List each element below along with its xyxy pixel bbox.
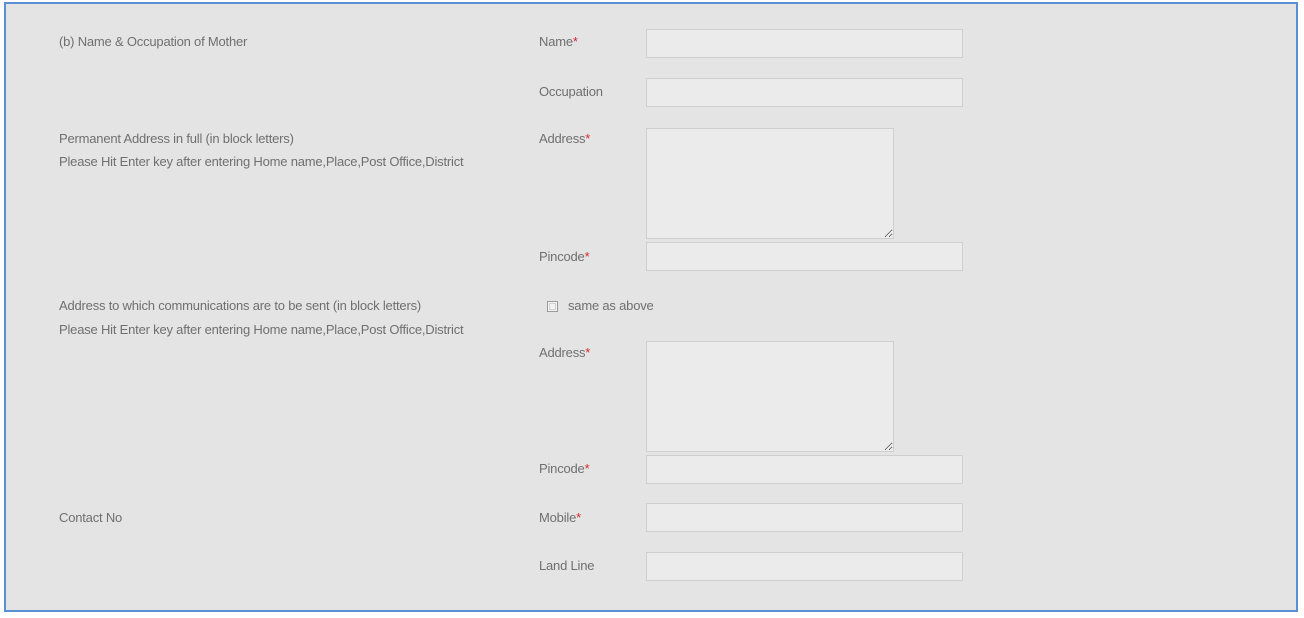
mother-section-label: (b) Name & Occupation of Mother: [59, 34, 248, 49]
communication-address-section-label: Address to which communications are to b…: [59, 298, 422, 313]
mobile-input[interactable]: [646, 503, 963, 532]
mother-occupation-input[interactable]: [646, 78, 963, 107]
checkbox-inner: [549, 303, 556, 310]
communication-pincode-label: Pincode*: [539, 461, 590, 476]
permanent-address-textarea[interactable]: [646, 128, 894, 239]
required-marker: *: [576, 510, 581, 525]
same-as-above-label[interactable]: same as above: [568, 298, 654, 314]
permanent-address-section-label: Permanent Address in full (in block lett…: [59, 131, 294, 146]
required-marker: *: [584, 249, 590, 264]
mother-name-label: Name*: [539, 34, 578, 49]
communication-address-label: Address*: [539, 345, 591, 360]
same-as-above-checkbox[interactable]: [547, 301, 558, 312]
mobile-label: Mobile*: [539, 510, 581, 525]
permanent-address-hint: Please Hit Enter key after entering Home…: [59, 154, 464, 169]
form-panel: (b) Name & Occupation of Mother Name* Oc…: [4, 2, 1298, 612]
communication-address-hint: Please Hit Enter key after entering Home…: [59, 322, 464, 337]
permanent-pincode-label: Pincode*: [539, 249, 590, 264]
contact-section-label: Contact No: [59, 510, 123, 525]
landline-label: Land Line: [539, 558, 595, 573]
communication-address-textarea[interactable]: [646, 341, 894, 452]
required-marker: *: [584, 461, 590, 476]
permanent-address-label: Address*: [539, 131, 591, 146]
required-marker: *: [585, 345, 591, 360]
landline-input[interactable]: [646, 552, 963, 581]
communication-pincode-input[interactable]: [646, 455, 963, 484]
mother-occupation-label: Occupation: [539, 84, 603, 99]
required-marker: *: [572, 34, 578, 49]
required-marker: *: [585, 131, 591, 146]
permanent-pincode-input[interactable]: [646, 242, 963, 271]
mother-name-input[interactable]: [646, 29, 963, 58]
